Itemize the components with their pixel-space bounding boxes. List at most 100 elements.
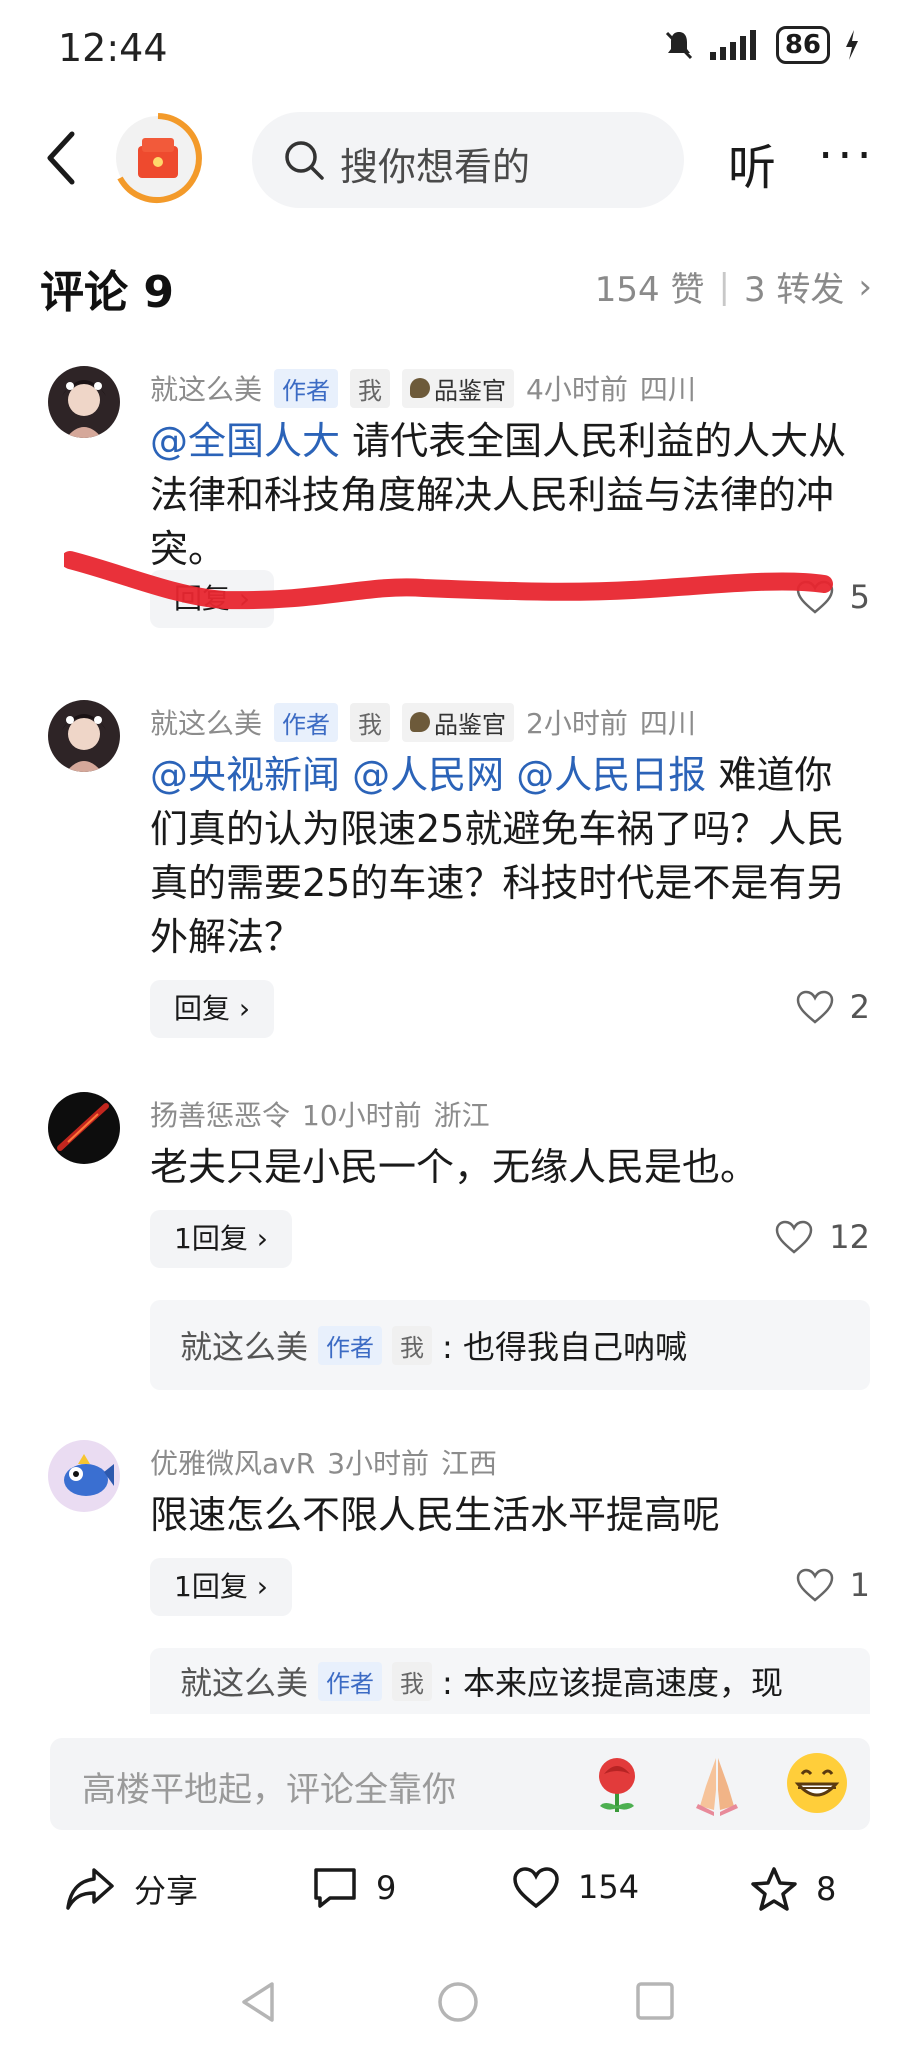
comment-username[interactable]: 就这么美 (150, 368, 262, 408)
me-tag: 我 (392, 1325, 433, 1365)
comments-button[interactable]: 9 (312, 1866, 396, 1910)
like-button[interactable]: 12 (775, 1218, 870, 1256)
comment-item: 扬善惩恶令 10小时前 浙江 老夫只是小民一个，无缘人民是也。 1回复 › 12… (0, 1092, 920, 1392)
heart-icon (776, 1220, 813, 1254)
comment-location: 四川 (639, 373, 696, 406)
status-time: 12:44 (58, 26, 168, 70)
share-button[interactable]: 分享 (64, 1866, 198, 1912)
comment-time: 10小时前 (302, 1099, 422, 1132)
status-icons: 86 (662, 26, 860, 64)
comment-location: 四川 (639, 707, 696, 740)
nav-recents-icon[interactable] (634, 1980, 676, 2022)
like-count: 5 (849, 578, 870, 616)
heart-icon (796, 990, 833, 1024)
like-count: 2 (849, 988, 870, 1026)
more-button[interactable]: ··· (818, 128, 876, 184)
nav-back-icon[interactable] (238, 1980, 278, 2024)
mention-link[interactable]: @人民日报 (516, 753, 706, 797)
comments-title: 评论 9 (40, 267, 174, 318)
subreply-username[interactable]: 就这么美 (180, 1658, 308, 1704)
author-tag: 作者 (318, 1325, 383, 1365)
charging-icon (846, 30, 858, 60)
user-avatar[interactable] (48, 1440, 120, 1512)
like-count: 1 (849, 1566, 870, 1604)
like-post-button[interactable]: 154 (512, 1866, 639, 1908)
me-tag: 我 (350, 368, 391, 408)
app-avatar-icon[interactable] (112, 112, 204, 204)
subreply-text: : 本来应该提高速度，现 (442, 1664, 783, 1702)
signal-icon (709, 30, 756, 60)
comment-item: 就这么美 作者 我 品鉴官 2小时前 四川 @央视新闻 @人民网 @人民日报 难… (0, 700, 920, 1060)
grin-emoji-icon[interactable] (784, 1750, 850, 1816)
mention-link[interactable]: @央视新闻 (150, 753, 340, 797)
like-count: 12 (829, 1218, 870, 1256)
share-icon (66, 1868, 114, 1910)
comment-text: 限速怎么不限人民生活水平提高呢 (150, 1493, 721, 1537)
comment-meta: 就这么美 作者 我 品鉴官 2小时前 四川 (150, 700, 696, 744)
comment-username[interactable]: 优雅微风avR (150, 1442, 315, 1482)
comment-input-bar[interactable]: 高楼平地起，评论全靠你 (50, 1738, 870, 1830)
battery-indicator: 86 (775, 26, 830, 64)
me-tag: 我 (350, 702, 391, 742)
mention-link[interactable]: @全国人大 (150, 419, 340, 463)
system-nav-bar (0, 1960, 920, 2048)
comment-text: @央视新闻 @人民网 @人民日报 难道你们真的认为限速25就避免车祸了吗？人民真… (150, 748, 870, 964)
comment-username[interactable]: 扬善惩恶令 (150, 1094, 290, 1134)
badge-label: 品鉴官 (434, 376, 507, 405)
like-button[interactable]: 1 (796, 1566, 870, 1604)
bottom-action-bar: 分享 9 154 8 (0, 1856, 920, 1936)
comment-location: 浙江 (433, 1099, 490, 1132)
badge-icon (410, 712, 431, 732)
listen-button[interactable]: 听 (728, 128, 776, 198)
favorite-button[interactable]: 8 (750, 1866, 836, 1912)
search-placeholder: 搜你想看的 (340, 145, 531, 189)
comment-meta: 优雅微风avR 3小时前 江西 (150, 1440, 497, 1484)
search-box[interactable]: 搜你想看的 (252, 112, 684, 208)
user-avatar[interactable] (48, 366, 120, 438)
heart-icon (796, 1568, 833, 1602)
user-avatar[interactable] (48, 1092, 120, 1164)
comments-count: 9 (376, 1869, 397, 1907)
rose-emoji-icon[interactable] (584, 1750, 650, 1816)
mention-link[interactable]: @人民网 (352, 753, 504, 797)
comment-time: 2小时前 (526, 707, 628, 740)
comment-meta: 就这么美 作者 我 品鉴官 4小时前 四川 (150, 366, 696, 410)
chevron-right-icon: › (858, 266, 872, 307)
badge-tag: 品鉴官 (402, 368, 515, 408)
user-avatar[interactable] (48, 700, 120, 772)
author-tag: 作者 (274, 368, 339, 408)
mute-icon (665, 31, 692, 60)
comment-time: 4小时前 (526, 373, 628, 406)
comment-text: 老夫只是小民一个，无缘人民是也。 (150, 1145, 759, 1189)
top-nav: 搜你想看的 听 ··· (0, 100, 920, 220)
back-icon[interactable] (38, 128, 88, 188)
reply-button[interactable]: 1回复 › (150, 1558, 292, 1616)
nav-home-icon[interactable] (436, 1980, 480, 2024)
comments-stats[interactable]: 154 赞 | 3 转发 › (595, 262, 872, 311)
subreply-preview[interactable]: 就这么美 作者 我 : 也得我自己呐喊 (150, 1300, 870, 1390)
like-button[interactable]: 2 (796, 988, 870, 1026)
badge-tag: 品鉴官 (402, 702, 515, 742)
comment-icon (314, 1868, 356, 1908)
subreply-preview[interactable]: 就这么美 作者 我 : 本来应该提高速度，现 (150, 1648, 870, 1714)
author-tag: 作者 (274, 702, 339, 742)
reposts-count: 3 转发 (743, 270, 845, 310)
comment-input-placeholder: 高楼平地起，评论全靠你 (82, 1770, 456, 1810)
like-button[interactable]: 5 (796, 578, 870, 616)
star-icon (751, 1867, 797, 1911)
comment-item: 就这么美 作者 我 品鉴官 4小时前 四川 @全国人大 请代表全国人民利益的人大… (0, 366, 920, 636)
subreply-username[interactable]: 就这么美 (180, 1322, 308, 1368)
reply-button[interactable]: 1回复 › (150, 1210, 292, 1268)
comment-item: 优雅微风avR 3小时前 江西 限速怎么不限人民生活水平提高呢 1回复 › 1 … (0, 1440, 920, 1720)
reply-button[interactable]: 回复 › (150, 980, 275, 1038)
comment-meta: 扬善惩恶令 10小时前 浙江 (150, 1092, 490, 1136)
post-likes-count: 154 (578, 1868, 640, 1906)
stat-divider: | (718, 266, 730, 307)
comments-header: 评论 9 154 赞 | 3 转发 › (0, 248, 920, 319)
status-bar: 12:44 86 (0, 0, 920, 100)
author-tag: 作者 (318, 1661, 383, 1701)
praying-hands-emoji-icon[interactable] (684, 1750, 750, 1816)
reply-button[interactable]: 回复 › (150, 570, 275, 628)
comment-username[interactable]: 就这么美 (150, 702, 262, 742)
search-icon (285, 141, 324, 180)
